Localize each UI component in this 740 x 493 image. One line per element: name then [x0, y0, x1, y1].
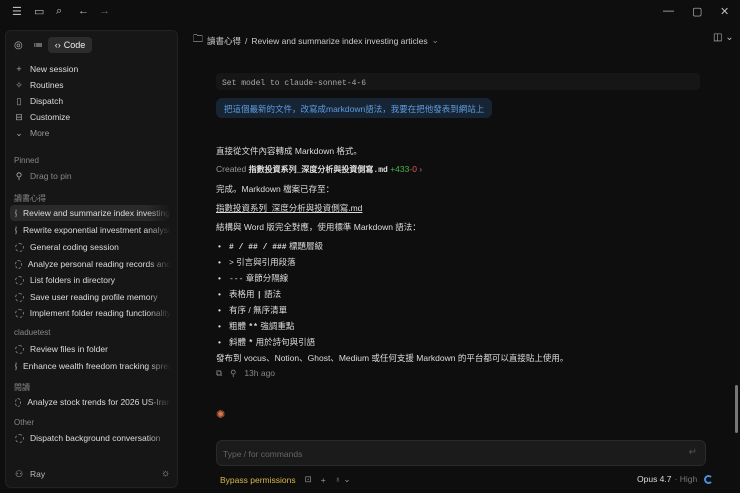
prompt-input[interactable]: Type / for commands ↵ — [216, 440, 706, 466]
session-item[interactable]: Review files in folder — [10, 341, 171, 357]
assistant-text: 發布到 vocus、Notion、Ghost、Medium 或任何支援 Mark… — [216, 353, 569, 363]
panel-toggle-icon[interactable]: ◫ ⌄ — [713, 32, 734, 43]
routines-icon: ✧ — [15, 79, 23, 90]
prompt-placeholder: Type / for commands — [223, 449, 303, 459]
system-message: Set model to claude-sonnet-4-6 — [216, 73, 700, 90]
briefcase-icon: ⊟ — [15, 111, 23, 122]
breadcrumb: 🗀 讀書心得 / Review and summarize index inve… — [193, 32, 439, 49]
pin-icon: ⚲ — [15, 170, 23, 181]
routines-link[interactable]: ✧ Routines — [14, 77, 63, 93]
more-button[interactable]: ⌄ More — [14, 125, 49, 141]
dispatch-icon: ▯ — [16, 95, 22, 106]
plus-icon[interactable]: + — [321, 475, 326, 485]
message-actions: ⧉ ⚲ 13h ago — [216, 368, 275, 379]
permissions-button[interactable]: Bypass permissions — [220, 475, 296, 485]
list-item: # / ## / ### 標題層級 — [218, 240, 323, 252]
timestamp: 13h ago — [244, 368, 276, 378]
group-heading: 閱讀 — [14, 383, 30, 392]
folder-icon: 🗀 — [193, 34, 203, 45]
hamburger-icon[interactable]: ☰ — [12, 5, 22, 18]
session-status-icon — [15, 308, 24, 318]
maximize-icon[interactable]: ▢ — [692, 5, 702, 18]
session-item[interactable]: Review and summarize index investing art… — [10, 205, 171, 221]
minimize-icon[interactable]: — — [663, 5, 674, 17]
copy-icon[interactable]: ⧉ — [216, 368, 222, 379]
session-status-icon — [15, 344, 24, 354]
mic-icon[interactable]: ♁ ⌄ — [335, 474, 351, 485]
session-item[interactable]: Enhance wealth freedom tracking spreadsh… — [10, 358, 171, 374]
session-item[interactable]: Dispatch background conversation — [10, 430, 171, 446]
list-item: 粗體 ** 強調重點 — [218, 320, 294, 332]
model-selector[interactable]: Opus 4.7 · High — [637, 474, 714, 484]
composer-toolbar: Bypass permissions ⊡ + ♁ ⌄ — [220, 474, 351, 485]
group-heading: claduetest — [14, 328, 51, 337]
session-item[interactable]: Rewrite exponential investment analysis — [10, 222, 171, 238]
user-icon: ⚇ — [14, 468, 24, 479]
dispatch-link[interactable]: ▯ Dispatch — [14, 93, 64, 109]
group-heading: 讀書心得 — [14, 194, 46, 203]
drag-to-pin: ⚲ Drag to pin — [15, 170, 72, 182]
session-item[interactable]: Analyze personal reading records and — [10, 256, 171, 272]
session-item[interactable]: Save user reading profile memory — [10, 289, 171, 305]
pinned-heading: Pinned — [14, 156, 39, 165]
fork-icon[interactable]: ⚲ — [230, 368, 236, 379]
assistant-text: 完成。Markdown 檔案已存至： — [216, 184, 335, 194]
session-item[interactable]: Implement folder reading functionality — [10, 305, 171, 321]
attach-icon[interactable]: ⊡ — [305, 474, 312, 485]
scrollbar-thumb[interactable] — [735, 385, 738, 433]
customize-link[interactable]: ⊟ Customize — [14, 109, 70, 125]
close-icon[interactable]: ✕ — [720, 5, 729, 18]
send-icon[interactable]: ↵ — [689, 447, 697, 458]
code-icon: ‹› — [54, 40, 61, 50]
arrow-left-icon[interactable]: ← — [78, 5, 89, 17]
session-status-icon — [15, 433, 24, 443]
group-heading: Other — [14, 418, 35, 427]
tasks-mode-icon[interactable]: ≔ — [33, 40, 43, 51]
theme-sun-icon[interactable]: ☼ — [161, 468, 170, 479]
session-item[interactable]: General coding session — [10, 239, 171, 255]
breadcrumb-folder[interactable]: 讀書心得 — [207, 35, 241, 47]
user-message: 把這個最新的文件，改寫成markdown語法，我要在把他發表到網站上 — [216, 98, 493, 118]
file-created-row[interactable]: Created 指數投資系列_深度分析與投資側寫.md +433-0 › — [216, 164, 422, 175]
sidebar-icon[interactable]: ▭ — [34, 5, 44, 18]
session-item[interactable]: Analyze stock trends for 2026 US-Iran — [10, 394, 171, 410]
session-status-icon — [15, 361, 17, 371]
sidebar: ◎ ≔ ‹› Code + New session ✧ Routines ▯ Dispa… — [5, 30, 178, 488]
session-status-icon — [15, 275, 24, 285]
list-item: 有序 / 無序清單 — [218, 304, 287, 316]
assistant-text: 結構與 Word 版完全對應，使用標準 Markdown 語法： — [216, 222, 421, 232]
chevron-down-icon[interactable]: ⌄ — [432, 35, 439, 46]
list-item: 斜體 * 用於詩句與引語 — [218, 336, 315, 348]
file-link[interactable]: 指數投資系列_深度分析與投資側寫.md — [216, 202, 362, 214]
session-status-icon — [15, 208, 17, 218]
chevron-down-icon: ⌄ — [15, 127, 23, 138]
session-status-icon — [15, 397, 22, 407]
session-status-icon — [15, 259, 22, 269]
arrow-right-icon[interactable]: → — [99, 5, 110, 17]
new-session-button[interactable]: + New session — [14, 61, 78, 77]
loading-spinner-icon — [704, 474, 714, 484]
session-status-icon — [15, 225, 17, 235]
search-icon[interactable]: ⌕ — [56, 5, 62, 18]
session-title[interactable]: Review and summarize index investing art… — [251, 36, 427, 46]
list-item: --- 章節分隔線 — [218, 272, 288, 284]
user-profile[interactable]: ⚇ Ray — [14, 466, 45, 482]
code-mode-tab[interactable]: ‹› Code — [48, 37, 92, 53]
chevron-right-icon: › — [419, 164, 423, 174]
assistant-text: 直接從文件內容轉成 Markdown 格式。 — [216, 146, 362, 156]
session-item[interactable]: List folders in directory — [10, 272, 171, 288]
plus-icon: + — [16, 64, 22, 74]
chat-mode-icon[interactable]: ◎ — [14, 40, 23, 51]
list-item: 表格用 | 語法 — [218, 288, 281, 300]
spark-icon: ✺ — [216, 409, 226, 421]
session-status-icon — [15, 242, 24, 252]
session-status-icon — [15, 292, 24, 302]
list-item: > 引言與引用段落 — [218, 256, 296, 268]
